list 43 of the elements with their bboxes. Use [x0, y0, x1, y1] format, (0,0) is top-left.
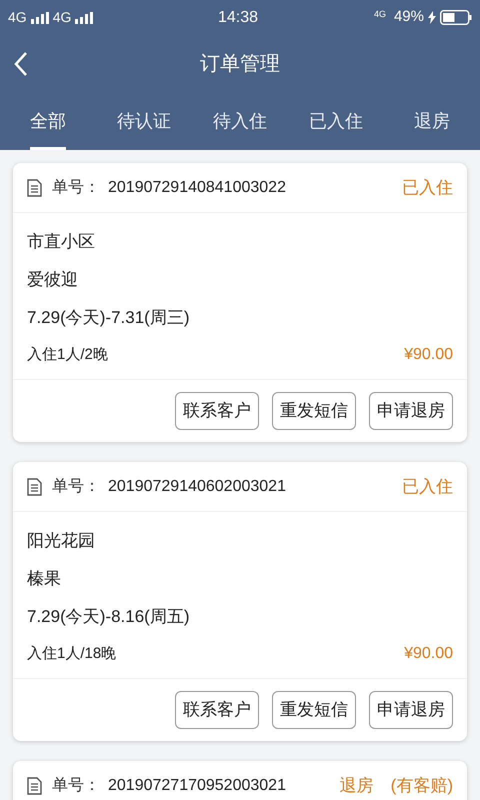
- stay-dates: 7.29(今天)-7.31(周三): [27, 307, 190, 329]
- action-button[interactable]: 联系客户: [175, 392, 259, 430]
- order-price: ¥90.00: [404, 345, 453, 365]
- battery-percent: 49%: [394, 7, 424, 28]
- order-price: ¥90.00: [404, 644, 453, 664]
- battery-icon: [440, 10, 472, 25]
- back-icon[interactable]: [14, 50, 28, 76]
- action-button[interactable]: 重发短信: [272, 392, 356, 430]
- action-button[interactable]: 申请退房: [369, 392, 453, 430]
- order-number: 20190727170952003021: [108, 776, 286, 796]
- order-number-label: 单号：: [52, 776, 100, 796]
- room-name: 爱彼迎: [27, 269, 79, 291]
- stay-dates: 7.29(今天)-8.16(周五): [27, 606, 190, 628]
- room-name: 榛果: [27, 568, 62, 590]
- tab[interactable]: 退房: [384, 92, 480, 150]
- tab[interactable]: 待入住: [192, 92, 288, 150]
- order-number-label: 单号：: [52, 178, 100, 198]
- page-title: 订单管理: [200, 52, 280, 76]
- community-name: 市直小区: [27, 231, 96, 253]
- order-number: 20190729140602003021: [108, 476, 286, 496]
- order-status: 退房 (有客赔): [340, 774, 453, 797]
- tab[interactable]: 全部: [0, 92, 96, 150]
- tab[interactable]: 已入住: [288, 92, 384, 150]
- document-icon: [27, 776, 42, 794]
- order-number: 20190729140841003022: [108, 178, 286, 198]
- carrier-label: 4G: [52, 8, 72, 27]
- community-name: 阳光花园: [27, 530, 96, 552]
- action-button[interactable]: 申请退房: [369, 691, 453, 729]
- action-button[interactable]: 重发短信: [272, 691, 356, 729]
- guest-info: 入住1人/2晚: [27, 344, 108, 365]
- document-icon: [27, 178, 42, 196]
- network-label: 4G: [374, 8, 386, 21]
- clock: 14:38: [218, 8, 258, 28]
- carrier-label: 4G: [8, 8, 27, 27]
- action-button[interactable]: 联系客户: [175, 691, 259, 729]
- order-number-label: 单号：: [52, 476, 100, 496]
- document-icon: [27, 478, 42, 496]
- order-status: 已入住: [402, 176, 453, 199]
- signal-icon: [75, 12, 94, 24]
- signal-icon: [30, 12, 49, 24]
- guest-info: 入住1人/18晚: [27, 644, 116, 664]
- order-status: 已入住: [402, 476, 453, 498]
- tab[interactable]: 待认证: [96, 92, 192, 150]
